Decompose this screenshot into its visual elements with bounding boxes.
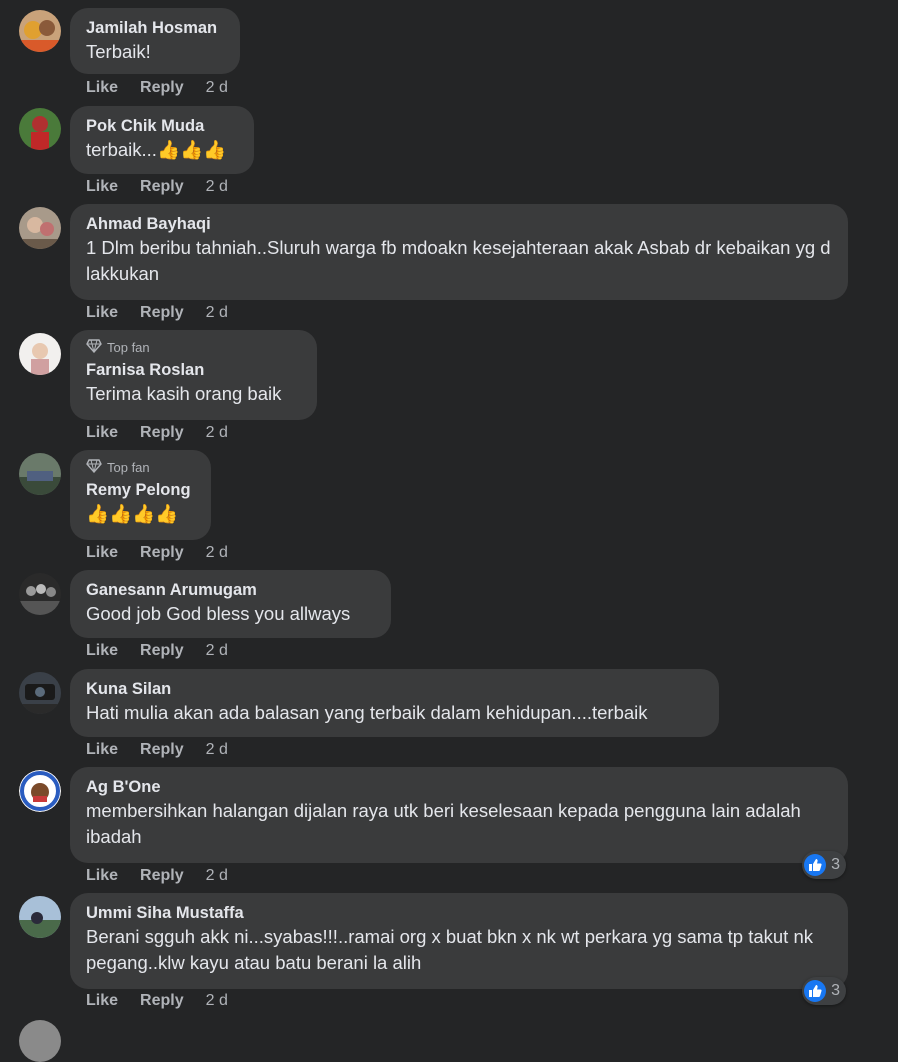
comment-author[interactable]: Ganesann Arumugam — [86, 579, 375, 601]
comment-actions: Like Reply 2 d — [86, 543, 228, 563]
like-icon — [804, 854, 827, 876]
avatar[interactable] — [19, 108, 61, 150]
avatar[interactable] — [19, 672, 61, 714]
comment-actions: Like Reply 2 d — [86, 78, 228, 98]
comment-actions: Like Reply 2 d — [86, 423, 228, 443]
comment-text: Terima kasih orang baik — [86, 383, 282, 404]
comment-actions: Like Reply 2 d — [86, 740, 228, 760]
like-button[interactable]: Like — [86, 544, 118, 562]
comment-actions: Like Reply 2 d — [86, 641, 228, 661]
top-fan-label: Top fan — [107, 339, 150, 355]
reply-button[interactable]: Reply — [140, 79, 184, 97]
comment-author[interactable]: Jamilah Hosman — [86, 17, 224, 39]
comment-bubble: Ganesann Arumugam Good job God bless you… — [70, 570, 391, 638]
comment-actions: Like Reply 2 d — [86, 991, 228, 1011]
reaction-count: 3 — [831, 982, 840, 999]
comment-bubble: Pok Chik Muda terbaik...👍👍👍 — [70, 106, 254, 174]
avatar[interactable] — [19, 10, 61, 52]
reply-button[interactable]: Reply — [140, 642, 184, 660]
avatar[interactable] — [19, 333, 61, 375]
comment-author[interactable]: Pok Chik Muda — [86, 115, 238, 137]
comment-timestamp[interactable]: 2 d — [206, 544, 228, 562]
avatar[interactable] — [19, 573, 61, 615]
reply-button[interactable]: Reply — [140, 304, 184, 322]
reply-button[interactable]: Reply — [140, 178, 184, 196]
reaction-summary[interactable]: 3 — [802, 977, 846, 1005]
comment-text: Berani sgguh akk ni...syabas!!!..ramai o… — [86, 926, 813, 973]
comment-text: Terbaik! — [86, 41, 151, 62]
comment-bubble: Top fan Remy Pelong 👍👍👍👍 — [70, 450, 211, 540]
comment-text: 1 Dlm beribu tahniah..Sluruh warga fb md… — [86, 237, 831, 284]
top-fan-badge: Top fan — [86, 338, 301, 356]
comment-bubble: Ummi Siha Mustaffa Berani sgguh akk ni..… — [70, 893, 848, 989]
reaction-count: 3 — [831, 856, 840, 873]
comment-bubble: Ahmad Bayhaqi 1 Dlm beribu tahniah..Slur… — [70, 204, 848, 300]
comment-author[interactable]: Ahmad Bayhaqi — [86, 213, 832, 235]
comment-author[interactable]: Remy Pelong — [86, 479, 195, 501]
comment-timestamp[interactable]: 2 d — [206, 642, 228, 660]
comment-author[interactable]: Farnisa Roslan — [86, 359, 301, 381]
top-fan-badge: Top fan — [86, 458, 195, 476]
comment-text: 👍👍👍👍 — [86, 503, 179, 524]
avatar[interactable] — [19, 453, 61, 495]
comment-actions: Like Reply 2 d — [86, 303, 228, 323]
comment-bubble: Top fan Farnisa Roslan Terima kasih oran… — [70, 330, 317, 420]
reply-button[interactable]: Reply — [140, 992, 184, 1010]
avatar[interactable] — [19, 770, 61, 812]
like-button[interactable]: Like — [86, 992, 118, 1010]
comment-author[interactable]: Ag B'One — [86, 776, 832, 798]
like-button[interactable]: Like — [86, 424, 118, 442]
reply-button[interactable]: Reply — [140, 867, 184, 885]
reply-button[interactable]: Reply — [140, 544, 184, 562]
like-button[interactable]: Like — [86, 304, 118, 322]
reply-button[interactable]: Reply — [140, 424, 184, 442]
avatar[interactable] — [19, 896, 61, 938]
comment-timestamp[interactable]: 2 d — [206, 867, 228, 885]
comment-timestamp[interactable]: 2 d — [206, 992, 228, 1010]
like-button[interactable]: Like — [86, 642, 118, 660]
comment-bubble: Kuna Silan Hati mulia akan ada balasan y… — [70, 669, 719, 737]
like-icon — [804, 980, 827, 1002]
reaction-summary[interactable]: 3 — [802, 851, 846, 879]
comment-timestamp[interactable]: 2 d — [206, 79, 228, 97]
comment-author[interactable]: Ummi Siha Mustaffa — [86, 902, 832, 924]
reply-button[interactable]: Reply — [140, 741, 184, 759]
like-button[interactable]: Like — [86, 178, 118, 196]
like-button[interactable]: Like — [86, 741, 118, 759]
comment-timestamp[interactable]: 2 d — [206, 424, 228, 442]
like-button[interactable]: Like — [86, 79, 118, 97]
diamond-icon — [86, 458, 102, 476]
avatar[interactable] — [19, 1020, 61, 1062]
comment-timestamp[interactable]: 2 d — [206, 178, 228, 196]
comment-timestamp[interactable]: 2 d — [206, 304, 228, 322]
comment-author[interactable]: Kuna Silan — [86, 678, 703, 700]
comment-actions: Like Reply 2 d — [86, 866, 228, 886]
top-fan-label: Top fan — [107, 459, 150, 475]
diamond-icon — [86, 338, 102, 356]
avatar[interactable] — [19, 207, 61, 249]
comment-text: terbaik...👍👍👍 — [86, 139, 227, 160]
comment-text: Hati mulia akan ada balasan yang terbaik… — [86, 702, 648, 723]
comment-bubble: Jamilah Hosman Terbaik! — [70, 8, 240, 74]
comment-bubble: Ag B'One membersihkan halangan dijalan r… — [70, 767, 848, 863]
like-button[interactable]: Like — [86, 867, 118, 885]
comment-timestamp[interactable]: 2 d — [206, 741, 228, 759]
comment-actions: Like Reply 2 d — [86, 177, 228, 197]
comment-text: membersihkan halangan dijalan raya utk b… — [86, 800, 801, 847]
comment-text: Good job God bless you allways — [86, 603, 351, 624]
